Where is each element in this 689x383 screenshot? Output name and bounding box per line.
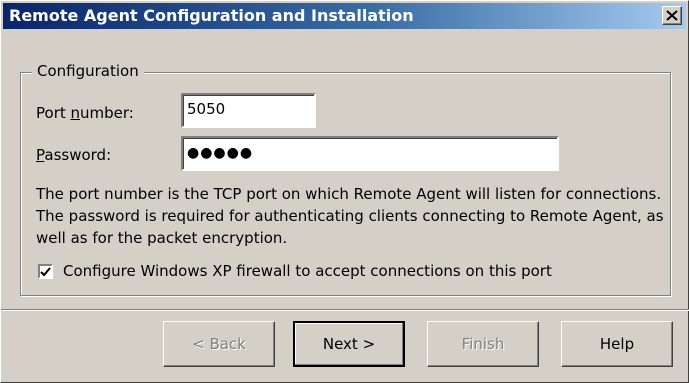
help-button[interactable]: Help	[561, 321, 673, 367]
dialog-window: Remote Agent Configuration and Installat…	[0, 0, 689, 383]
window-title: Remote Agent Configuration and Installat…	[9, 6, 414, 25]
configuration-group-label: Configuration	[32, 62, 144, 80]
close-icon	[666, 10, 678, 21]
close-button[interactable]	[662, 6, 682, 25]
back-button[interactable]: < Back	[163, 321, 275, 367]
port-number-input[interactable]: 5050	[181, 93, 316, 128]
footer-separator	[1, 309, 689, 311]
next-button[interactable]: Next >	[293, 321, 405, 367]
port-number-label: Port number:	[36, 104, 134, 122]
password-input[interactable]: ●●●●●	[181, 136, 559, 171]
port-number-value: 5050	[187, 100, 226, 118]
firewall-checkbox[interactable]	[38, 264, 53, 279]
checkmark-icon	[40, 266, 51, 276]
title-bar[interactable]: Remote Agent Configuration and Installat…	[3, 3, 686, 29]
firewall-checkbox-label[interactable]: Configure Windows XP firewall to accept …	[63, 262, 552, 280]
password-value: ●●●●●	[187, 145, 254, 161]
description-text: The port number is the TCP port on which…	[36, 185, 664, 247]
finish-button[interactable]: Finish	[427, 321, 539, 367]
password-label: Password:	[36, 146, 112, 164]
